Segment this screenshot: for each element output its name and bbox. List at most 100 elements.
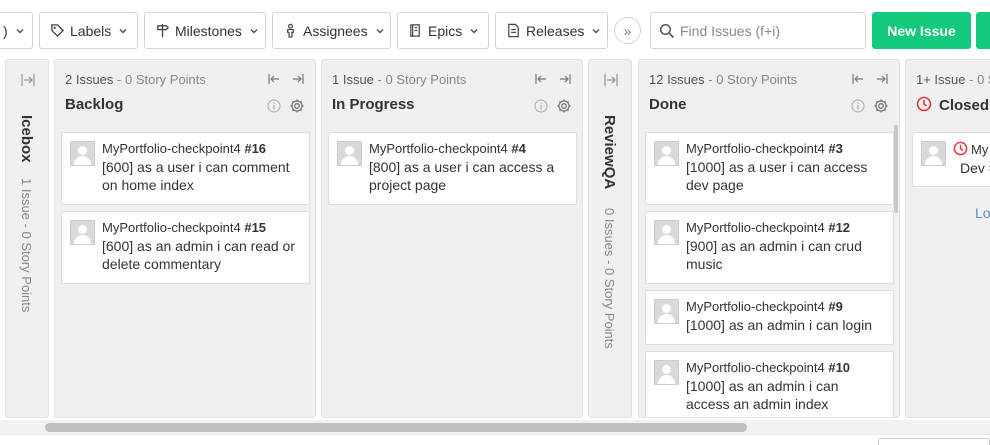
issue-count-text: 1+ Issue: [916, 72, 966, 87]
pipeline-title: Done: [649, 96, 687, 113]
new-issue-label: New Issue: [887, 22, 956, 39]
issue-number: #12: [828, 220, 851, 235]
expand-icon[interactable]: [20, 72, 36, 88]
issue-card-repo: MyPortfolio-checkpoint4 #9: [686, 299, 843, 314]
person-icon: [283, 23, 298, 39]
issue-card[interactable]: My Dev =: [912, 132, 990, 187]
board-horizontal-scrollbar[interactable]: [0, 420, 990, 434]
issue-card[interactable]: MyPortfolio-checkpoint4 #15 [600] as an …: [61, 211, 310, 284]
issue-card-repo: MyPortfolio-checkpoint4 #12: [686, 220, 850, 235]
story-points-text: - 0 S: [969, 72, 990, 87]
find-issues-input[interactable]: Find Issues (f+i): [650, 12, 866, 49]
bottom-widget[interactable]: [878, 438, 990, 445]
avatar: [337, 141, 362, 166]
issue-title: [600] as an admin i can read or delete c…: [102, 238, 296, 272]
story-points-text: - 0 Story Points: [373, 72, 467, 87]
labels-filter-button[interactable]: Labels: [39, 12, 138, 49]
repo-name: MyPortfolio-checkpoint4: [369, 141, 512, 156]
pipeline-header: 1 Issue - 0 Story Points In Progress: [332, 60, 572, 130]
pipeline-title: Backlog: [65, 96, 124, 113]
load-more-link[interactable]: Lo: [975, 205, 990, 221]
info-icon[interactable]: [534, 99, 548, 113]
milestones-filter-button[interactable]: Milestones: [144, 12, 266, 49]
issue-card-repo: MyPortfolio-checkpoint4 #4: [369, 141, 526, 156]
chevron-down-icon: [118, 26, 128, 36]
chevron-down-icon: [249, 26, 259, 36]
issue-card[interactable]: MyPortfolio-checkpoint4 #9 [1000] as an …: [645, 290, 894, 345]
issue-card-repo: MyPortfolio-checkpoint4 #3: [686, 141, 843, 156]
pipeline-title: ReviewQA: [601, 115, 618, 190]
avatar: [70, 141, 95, 166]
gear-icon[interactable]: [289, 98, 305, 114]
pipeline-review-qa: ReviewQA 0 Issues - 0 Story Points: [588, 59, 632, 418]
issue-card[interactable]: MyPortfolio-checkpoint4 #4 [800] as a us…: [328, 132, 577, 205]
gear-icon[interactable]: [556, 98, 572, 114]
new-issue-dropdown-button[interactable]: [976, 12, 990, 49]
avatar: [654, 299, 679, 324]
avatar: [70, 220, 95, 245]
pipeline-issue-count: 12 Issues - 0 Story Points: [649, 72, 797, 87]
info-icon[interactable]: [267, 99, 281, 113]
issue-card[interactable]: MyPortfolio-checkpoint4 #10 [1000] as an…: [645, 351, 894, 417]
filter-button-partial[interactable]: ): [0, 12, 33, 49]
releases-filter-label: Releases: [526, 22, 585, 39]
expand-icon[interactable]: [875, 72, 889, 86]
issue-title: [800] as a user i can access a project p…: [369, 159, 555, 193]
done-column-scrollbar[interactable]: [894, 125, 898, 213]
more-filters-button[interactable]: »: [614, 17, 641, 44]
collapse-icon[interactable]: [534, 72, 548, 86]
pipeline-closed: 1+ Issue - 0 S Closed My Dev = Lo: [905, 59, 990, 418]
double-chevron-right-icon: »: [623, 22, 632, 39]
chevron-down-icon: [469, 26, 479, 36]
pipeline-header: 12 Issues - 0 Story Points Done: [649, 60, 889, 130]
repo-name: MyPortfolio-checkpoint4: [686, 141, 829, 156]
info-icon[interactable]: [851, 99, 865, 113]
new-issue-button[interactable]: New Issue: [872, 12, 971, 49]
scrollbar-thumb[interactable]: [45, 423, 747, 432]
avatar: [654, 141, 679, 166]
board-toolbar: ) Labels Milestones Assignees Epics Rele…: [0, 12, 990, 49]
filter-button-label: ): [3, 22, 8, 39]
pipeline-title-row: Closed: [916, 96, 989, 114]
issue-number: #9: [828, 299, 843, 314]
issue-title: [1000] as an admin i can access an admin…: [686, 378, 839, 412]
releases-filter-button[interactable]: Releases: [495, 12, 608, 49]
story-points-text: - 0 Story Points: [602, 256, 617, 349]
story-points-text: - 0 Story Points: [704, 72, 798, 87]
pipeline-issue-count: 1 Issue - 0 Story Points: [19, 178, 34, 312]
issue-card[interactable]: MyPortfolio-checkpoint4 #3 [1000] as a u…: [645, 132, 894, 205]
issue-card[interactable]: MyPortfolio-checkpoint4 #16 [600] as a u…: [61, 132, 310, 205]
pipeline-header-actions: [534, 72, 572, 86]
issue-card[interactable]: MyPortfolio-checkpoint4 #12 [900] as an …: [645, 211, 894, 284]
pipeline-header: 1+ Issue - 0 S Closed: [916, 60, 990, 130]
bottom-bar: [0, 434, 990, 445]
closed-issue-icon: [916, 96, 932, 112]
pipeline-title: In Progress: [332, 96, 415, 113]
issue-number: #16: [244, 141, 267, 156]
board-page: ) Labels Milestones Assignees Epics Rele…: [0, 0, 990, 445]
assignees-filter-label: Assignees: [303, 22, 368, 39]
epics-filter-button[interactable]: Epics: [397, 12, 489, 49]
pipeline-header-actions: [851, 72, 889, 86]
epics-filter-label: Epics: [428, 22, 463, 39]
issue-title: [600] as a user i can comment on home in…: [102, 159, 290, 193]
expand-icon[interactable]: [603, 72, 619, 88]
tag-icon: [50, 23, 65, 39]
signpost-icon: [155, 23, 170, 39]
collapse-icon[interactable]: [851, 72, 865, 86]
assignees-filter-button[interactable]: Assignees: [272, 12, 391, 49]
gear-icon[interactable]: [873, 98, 889, 114]
issue-number: #4: [511, 141, 526, 156]
search-icon: [659, 23, 675, 39]
pipeline-in-progress: 1 Issue - 0 Story Points In Progress MyP…: [321, 59, 583, 418]
expand-icon[interactable]: [558, 72, 572, 86]
issue-card-repo: My: [953, 141, 988, 157]
collapse-icon[interactable]: [267, 72, 281, 86]
issue-card-repo: MyPortfolio-checkpoint4 #15: [102, 220, 266, 235]
issue-title: [1000] as a user i can access dev page: [686, 159, 868, 193]
expand-icon[interactable]: [291, 72, 305, 86]
document-icon: [506, 23, 521, 39]
pipeline-issue-count: 0 Issues - 0 Story Points: [602, 208, 617, 349]
find-issues-placeholder: Find Issues (f+i): [680, 22, 780, 39]
pipeline-title: Closed: [939, 97, 990, 114]
